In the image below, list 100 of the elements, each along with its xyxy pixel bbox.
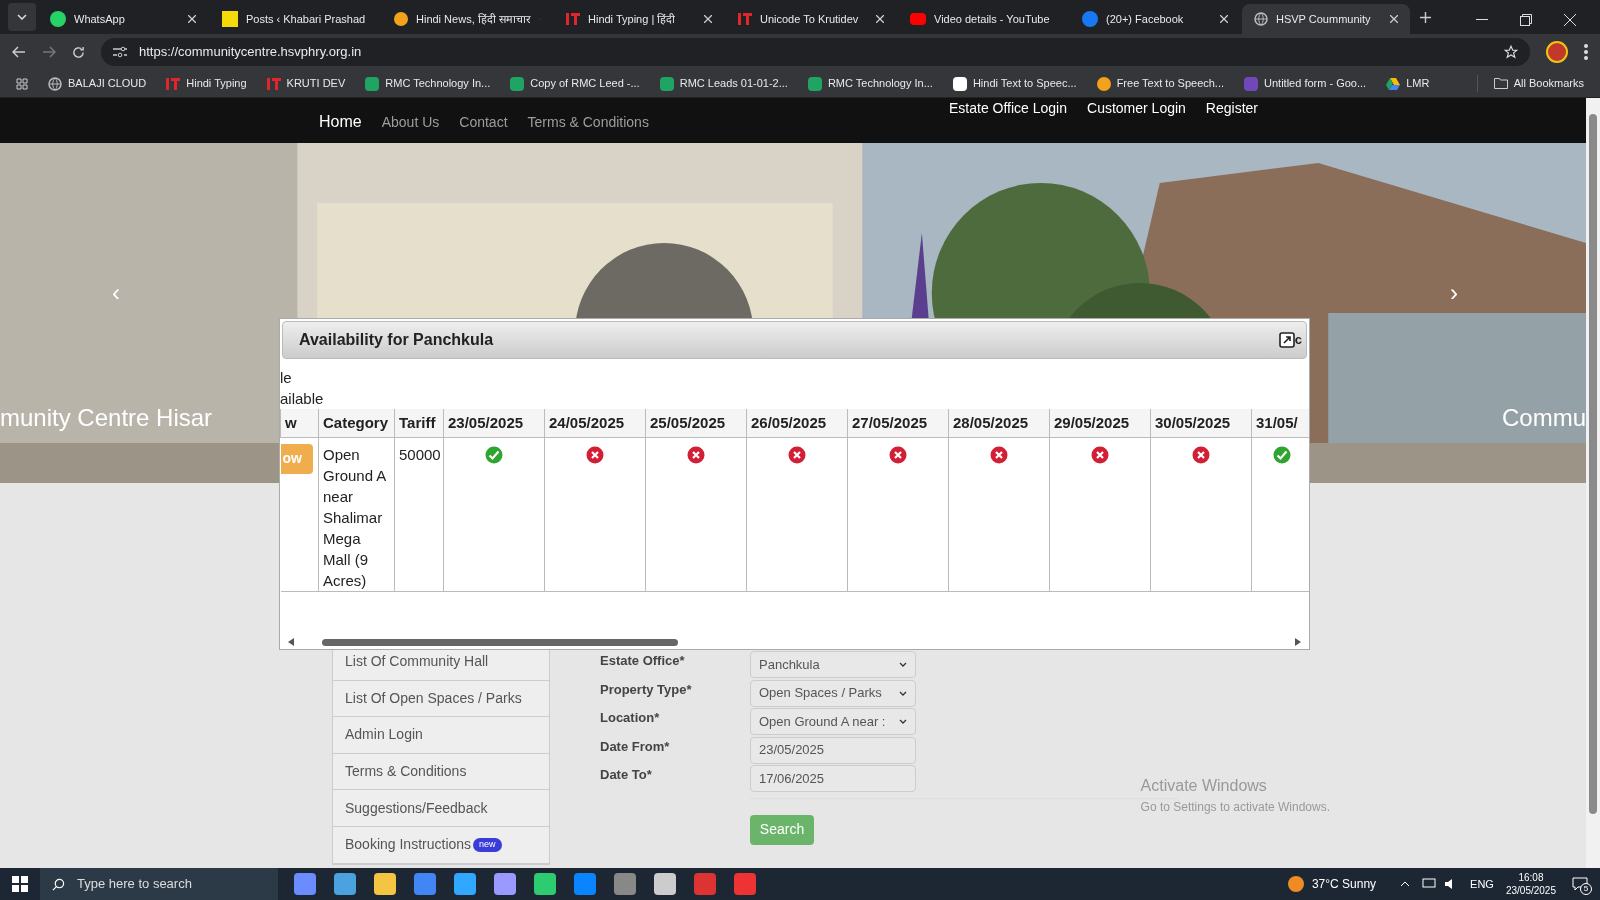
sidebar-item[interactable]: Admin Login — [333, 717, 549, 754]
column-header: 23/05/2025 — [443, 409, 545, 437]
taskbar-app-icon[interactable] — [614, 873, 636, 895]
browser-tab[interactable]: Video details - YouTube — [898, 4, 1068, 34]
bookmark-item[interactable]: KRUTI DEV — [266, 75, 346, 92]
back-icon[interactable] — [12, 46, 26, 58]
field-label: Location* — [600, 709, 661, 727]
select-field[interactable]: Panchkula — [750, 651, 916, 678]
bookmark-item[interactable]: Copy of RMC Leed -... — [510, 75, 640, 92]
sidebar-item[interactable]: List Of Open Spaces / Parks — [333, 680, 549, 718]
select-field[interactable]: Open Spaces / Parks — [750, 679, 916, 707]
taskbar-app-icon[interactable] — [534, 873, 556, 895]
sidebar-item[interactable]: Terms & Conditions — [333, 753, 549, 791]
star-icon[interactable] — [1504, 45, 1518, 59]
search-icon — [52, 877, 65, 891]
weather-text: 37°C Sunny — [1311, 876, 1377, 893]
typing-icon — [266, 77, 281, 90]
column-header: 27/05/2025 — [847, 409, 949, 437]
bookmark-item[interactable]: RMC Technology In... — [807, 75, 933, 92]
sidebar-item[interactable]: Booking Instructions new — [333, 826, 549, 864]
bookmark-item[interactable]: RMC Technology In... — [365, 75, 491, 92]
notification-icon[interactable] — [1572, 877, 1588, 891]
reload-icon[interactable] — [72, 45, 85, 59]
bookmark-item[interactable]: Hindi Text to Speec... — [952, 75, 1077, 92]
bookmark-item[interactable]: Hindi Typing — [166, 75, 247, 92]
taskbar-app-icon[interactable] — [694, 873, 716, 895]
browser-tab[interactable]: Posts ‹ Khabari Prashad — [210, 4, 380, 34]
select-field[interactable]: Open Ground A near : — [750, 708, 916, 735]
forward-icon[interactable] — [42, 46, 56, 58]
tab-title: Unicode To Krutidev — [760, 11, 860, 27]
tab-title: Video details - YouTube — [934, 11, 1050, 27]
taskbar-app-icon[interactable] — [654, 873, 676, 895]
apps-icon[interactable] — [16, 77, 28, 90]
bookmark-item[interactable]: Untitled form - Goo... — [1244, 75, 1367, 92]
clock-date: 23/05/2025 — [1505, 884, 1556, 897]
all-bookmarks-button[interactable]: All Bookmarks — [1476, 75, 1584, 92]
column-header: 26/05/2025 — [746, 409, 848, 437]
taskbar-app-icon[interactable] — [374, 873, 396, 895]
globe-icon — [1254, 12, 1268, 26]
address-field[interactable]: https://communitycentre.hsvphry.org.in — [101, 38, 1530, 66]
taskbar-app-icon[interactable] — [414, 873, 436, 895]
browser-tab[interactable]: WhatsApp — [38, 4, 208, 34]
browser-tab[interactable]: Unicode To Krutidev — [726, 4, 896, 34]
page-scrollbar[interactable] — [1586, 98, 1600, 868]
tab-title: Posts ‹ Khabari Prashad — [246, 11, 366, 27]
network-icon[interactable] — [1422, 878, 1437, 890]
tab-title: Hindi News, हिंदी समाचार — [416, 11, 531, 27]
weather-icon — [1287, 876, 1304, 892]
chevron-icon — [17, 14, 27, 20]
browser-tab[interactable]: (20+) Facebook — [1070, 4, 1240, 34]
banner-caption: Commu — [1502, 403, 1586, 433]
browser-tab[interactable]: Hindi Typing | हिंदी — [554, 4, 724, 34]
tab-menu-button[interactable] — [8, 3, 36, 31]
bookmark-item[interactable]: LMR — [1386, 75, 1430, 92]
taskbar-app-icon[interactable] — [574, 873, 596, 895]
sidebar-item[interactable]: Suggestions/Feedback — [333, 790, 549, 827]
date-field[interactable]: 23/05/2025 — [750, 736, 916, 764]
scroll-left-icon[interactable] — [288, 638, 294, 646]
date-field[interactable]: 17/06/2025 — [750, 765, 916, 792]
bookmark-item[interactable]: Free Text to Speech... — [1096, 75, 1225, 92]
taskbar-app-icon[interactable] — [454, 873, 476, 895]
windows-icon[interactable] — [12, 876, 28, 892]
taskbar-app-icon[interactable] — [494, 873, 516, 895]
browser-tab[interactable]: HSVP Coummunity — [1242, 4, 1410, 34]
account-link[interactable]: Estate Office Login — [949, 98, 1068, 119]
tray-chevron-icon[interactable] — [1400, 881, 1411, 887]
profile-avatar[interactable] — [1546, 41, 1568, 63]
scroll-right-icon[interactable] — [1295, 638, 1301, 646]
next-arrow[interactable]: › — [1450, 275, 1458, 311]
banner-caption: munity Centre Hisar — [0, 403, 213, 433]
chevron-icon — [899, 719, 907, 724]
url-text: https://communitycentre.hsvphry.org.in — [139, 43, 363, 62]
browser-tab[interactable]: Hindi News, हिंदी समाचार — [382, 4, 552, 34]
nav-link[interactable]: Home — [319, 110, 362, 134]
tab-title: WhatsApp — [74, 11, 126, 27]
globe-icon — [48, 76, 62, 91]
taskbar-search-field[interactable]: Type here to search — [40, 868, 278, 900]
column-header: Tariff — [394, 409, 444, 437]
column-header: 28/05/2025 — [948, 409, 1050, 437]
facebook-icon — [1082, 11, 1098, 27]
column-header: 30/05/2025 — [1150, 409, 1252, 437]
restore-icon[interactable] — [1520, 14, 1532, 26]
nav-link[interactable]: About Us — [381, 111, 440, 133]
menu-icon[interactable] — [1584, 44, 1588, 60]
nav-link[interactable]: Terms & Conditions — [527, 111, 649, 133]
account-link[interactable]: Customer Login — [1087, 98, 1186, 119]
new-tab-icon[interactable] — [1420, 12, 1431, 23]
column-header: w — [280, 409, 319, 437]
field-label: Property Type* — [600, 680, 693, 699]
watermark-subtitle: Go to Settings to activate Windows. — [1140, 799, 1330, 816]
column-header: 25/05/2025 — [645, 409, 747, 437]
taskbar-app-icon[interactable] — [294, 873, 316, 895]
minimize-icon[interactable] — [1476, 19, 1488, 21]
taskbar-app-icon[interactable] — [334, 873, 356, 895]
language-indicator[interactable]: ENG — [1470, 875, 1494, 893]
nav-link[interactable]: Contact — [459, 111, 508, 133]
bookmark-item[interactable]: RMC Leads 01-01-2... — [659, 75, 788, 92]
taskbar-app-icon[interactable] — [734, 873, 756, 895]
account-link[interactable]: Register — [1205, 98, 1258, 119]
bookmark-item[interactable]: BALAJI CLOUD — [48, 75, 147, 92]
